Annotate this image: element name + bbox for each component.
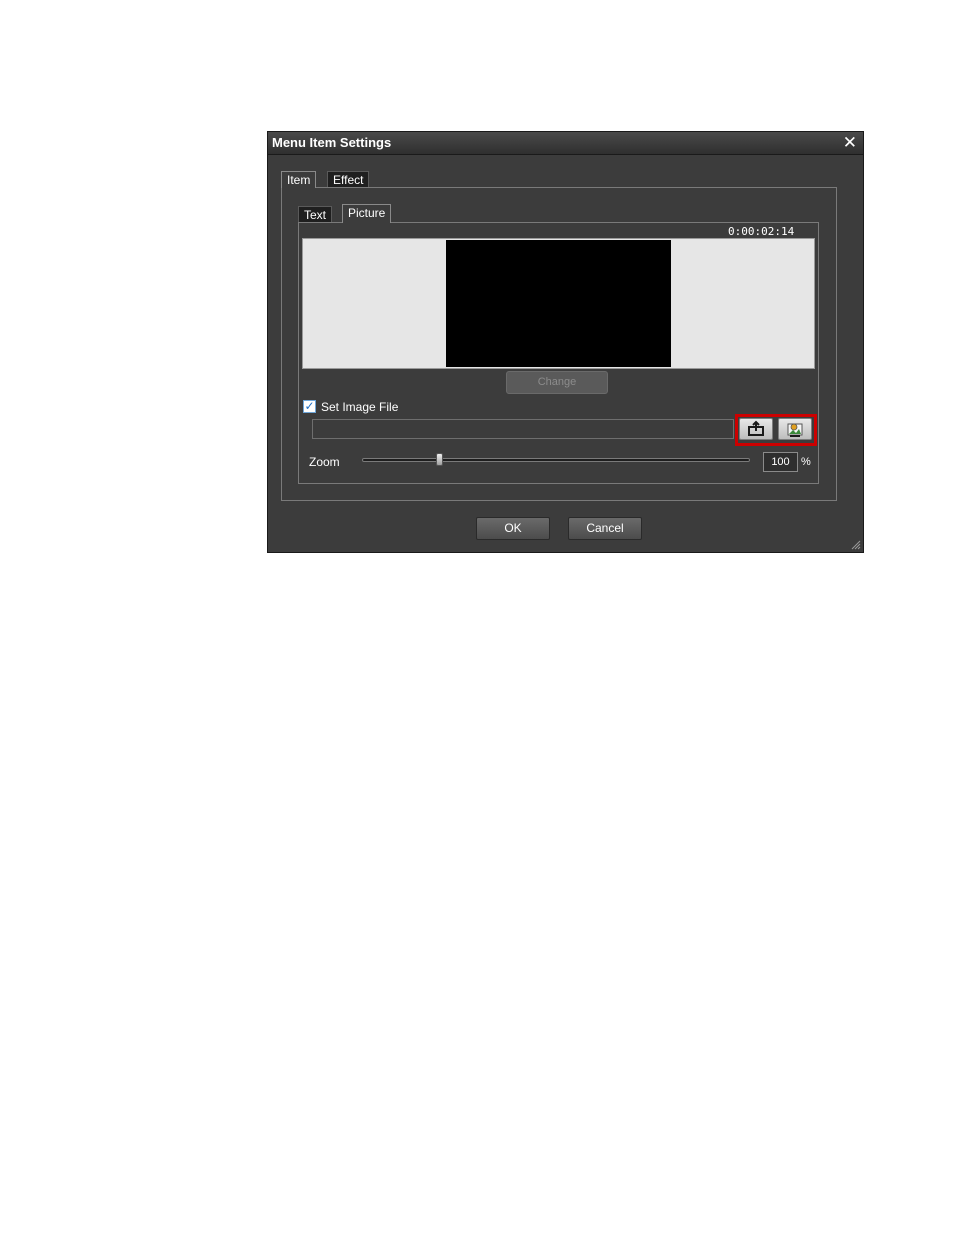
zoom-label: Zoom (309, 455, 340, 469)
picture-icon (787, 423, 803, 437)
tab-item[interactable]: Item (281, 171, 317, 188)
zoom-unit: % (801, 456, 811, 468)
zoom-value-input[interactable]: 100 (763, 452, 798, 472)
tab-effect[interactable]: Effect (327, 171, 370, 188)
tab-text[interactable]: Text (298, 206, 333, 223)
zoom-slider[interactable] (362, 458, 750, 462)
resize-grip-icon[interactable] (849, 538, 861, 550)
title-bar: Menu Item Settings ✕ (268, 132, 863, 155)
zoom-slider-handle[interactable] (436, 453, 444, 466)
cancel-button[interactable]: Cancel (568, 517, 642, 540)
close-icon[interactable]: ✕ (843, 133, 857, 153)
change-button[interactable]: Change (506, 371, 608, 394)
image-file-path-field[interactable] (312, 419, 734, 439)
tab-picture[interactable]: Picture (342, 204, 392, 223)
dialog-title: Menu Item Settings (272, 135, 392, 150)
set-image-file-checkbox[interactable]: ✓ (303, 400, 316, 413)
preview-image (446, 240, 671, 367)
timecode: 0:00:02:14 (728, 225, 795, 238)
menu-item-settings-dialog: Menu Item Settings ✕ Item Effect Text Pi… (267, 131, 864, 553)
folder-import-icon (748, 420, 764, 436)
image-preview (302, 238, 815, 369)
set-image-file-label: Set Image File (321, 400, 399, 414)
ok-button[interactable]: OK (476, 517, 550, 540)
import-file-button[interactable] (739, 418, 773, 440)
select-picture-button[interactable] (778, 418, 812, 440)
